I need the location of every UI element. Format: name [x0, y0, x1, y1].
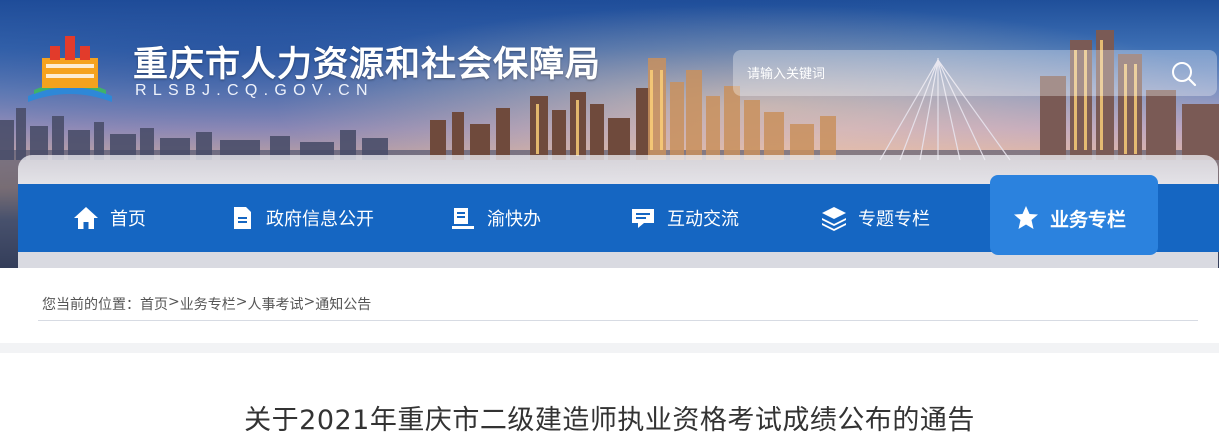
- breadcrumb-separator: >: [168, 294, 180, 310]
- section-divider: [0, 343, 1219, 353]
- home-icon: [74, 207, 98, 229]
- nav-item-label: 首页: [110, 209, 146, 230]
- nav-item-label: 业务专栏: [1050, 208, 1127, 231]
- document-icon: [234, 207, 251, 229]
- breadcrumb-divider: [38, 320, 1198, 321]
- breadcrumb-link-business[interactable]: 业务专栏: [180, 294, 236, 314]
- emblem-icon: [28, 36, 112, 102]
- site-title: 重庆市人力资源和社会保障局: [133, 44, 602, 85]
- article-title: 关于2021年重庆市二级建造师执业资格考试成绩公布的通告: [244, 405, 975, 436]
- breadcrumb-prefix: 您当前的位置：: [42, 297, 140, 313]
- star-icon: [1014, 206, 1038, 229]
- breadcrumb-link-notices[interactable]: 通知公告: [315, 294, 371, 314]
- clipboard-icon: [452, 208, 474, 229]
- nav-item-business[interactable]: 业务专栏: [1012, 184, 1126, 252]
- nav-item-label: 渝快办: [487, 209, 541, 230]
- breadcrumb-link-exams[interactable]: 人事考试: [247, 294, 303, 314]
- breadcrumb-link-home[interactable]: 首页: [140, 294, 168, 314]
- breadcrumb-separator: >: [303, 294, 316, 310]
- nav-item-yukuaiban[interactable]: 渝快办: [449, 184, 541, 252]
- nav-item-label: 互动交流: [667, 209, 739, 230]
- nav-item-special-topics[interactable]: 专题专栏: [820, 184, 930, 252]
- nav-item-gov-info[interactable]: 政府信息公开: [228, 184, 374, 252]
- breadcrumb: 您当前的位置： 首页 > 业务专栏 > 人事考试 > 通知公告: [42, 294, 371, 314]
- search-input[interactable]: [745, 59, 1149, 89]
- search-icon[interactable]: [1168, 58, 1200, 90]
- nav-item-interaction[interactable]: 互动交流: [629, 184, 739, 252]
- nav-item-home[interactable]: 首页: [72, 184, 146, 252]
- layers-icon: [822, 207, 846, 231]
- nav-item-label: 政府信息公开: [266, 209, 374, 230]
- breadcrumb-separator: >: [235, 294, 248, 310]
- site-domain: RLSBJ.CQ.GOV.CN: [135, 82, 374, 99]
- chat-icon: [632, 209, 654, 228]
- search-box: [733, 50, 1217, 96]
- nav-item-label: 专题专栏: [858, 209, 930, 230]
